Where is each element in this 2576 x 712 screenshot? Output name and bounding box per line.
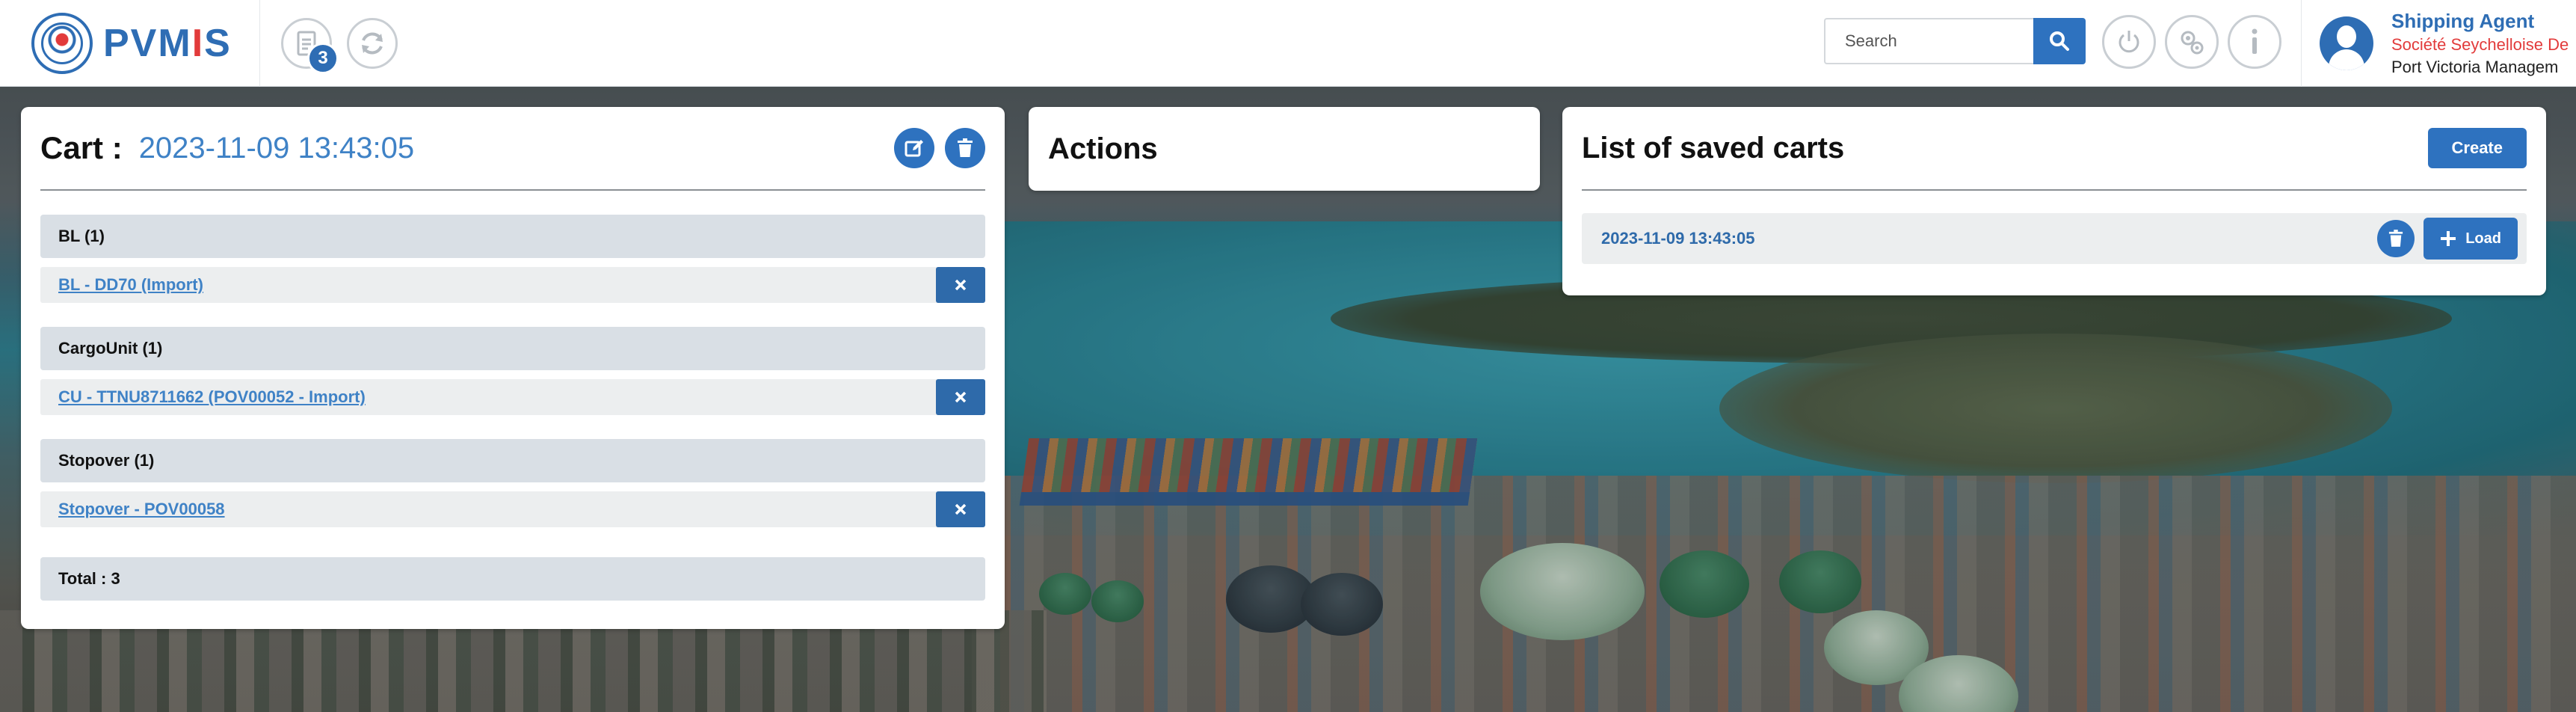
- actions-title: Actions: [1048, 132, 1158, 165]
- delete-saved-cart-button[interactable]: [2377, 220, 2415, 257]
- info-button[interactable]: [2228, 15, 2281, 69]
- refresh-button[interactable]: [347, 17, 398, 69]
- cart-button[interactable]: 3: [281, 17, 339, 74]
- remove-stopover-button[interactable]: [936, 491, 985, 527]
- cart-item-stopover: Stopover - POV00058: [40, 491, 985, 527]
- brand[interactable]: PVMIS: [0, 0, 260, 87]
- remove-cargounit-button[interactable]: [936, 379, 985, 415]
- cart-item-link-cargounit[interactable]: CU - TTNU8711662 (POV00052 - Import): [58, 387, 366, 407]
- search-icon: [2050, 31, 2069, 51]
- cart-count-badge: 3: [307, 42, 339, 74]
- create-cart-button[interactable]: Create: [2427, 128, 2527, 168]
- cart-item-bl: BL - DD70 (Import): [40, 267, 985, 303]
- saved-cart-date: 2023-11-09 13:43:05: [1601, 229, 1755, 248]
- edit-cart-button[interactable]: [894, 128, 934, 168]
- settings-button[interactable]: [2165, 15, 2219, 69]
- cart-group-header-stopover: Stopover (1): [40, 439, 985, 482]
- cart-date: 2023-11-09 13:43:05: [138, 131, 415, 165]
- logout-button[interactable]: [2102, 15, 2156, 69]
- refresh-icon: [362, 32, 383, 54]
- cart-item-link-bl[interactable]: BL - DD70 (Import): [58, 275, 203, 295]
- saved-carts-panel: List of saved carts Create 2023-11-09 13…: [1562, 107, 2546, 295]
- search-input[interactable]: [1824, 18, 2033, 64]
- user-role: Shipping Agent: [2391, 10, 2535, 32]
- cart-group-header-bl: BL (1): [40, 215, 985, 258]
- avatar: [2320, 16, 2373, 70]
- cart-header: Cart : 2023-11-09 13:43:05: [40, 107, 985, 191]
- cart-total: Total : 3: [40, 557, 985, 601]
- remove-bl-button[interactable]: [936, 267, 985, 303]
- trash-icon: [2389, 230, 2403, 247]
- top-bar: PVMIS 3 Shipping Agent Société Seyche: [0, 0, 2576, 87]
- load-saved-cart-button[interactable]: Load: [2424, 218, 2518, 260]
- close-icon: [955, 279, 967, 291]
- brand-name: PVMIS: [103, 21, 232, 65]
- user-profile[interactable]: Shipping Agent Société Seychelloise De P…: [2301, 0, 2576, 87]
- saved-cart-row: 2023-11-09 13:43:05 Load: [1582, 213, 2527, 264]
- search-button[interactable]: [2033, 18, 2086, 64]
- pvmis-logo-icon: [31, 12, 93, 74]
- cart-group-header-cargounit: CargoUnit (1): [40, 327, 985, 370]
- power-icon: [2119, 31, 2139, 53]
- close-icon: [955, 391, 967, 403]
- cart-panel: Cart : 2023-11-09 13:43:05 BL (1) BL - D…: [21, 107, 1005, 629]
- edit-icon: [905, 140, 923, 157]
- load-label: Load: [2465, 230, 2501, 247]
- cart-item-link-stopover[interactable]: Stopover - POV00058: [58, 500, 225, 519]
- info-icon: [2252, 28, 2258, 54]
- gears-icon: [2181, 31, 2204, 55]
- delete-cart-button[interactable]: [945, 128, 985, 168]
- user-company: Société Seychelloise De: [2391, 35, 2569, 54]
- cart-item-cargounit: CU - TTNU8711662 (POV00052 - Import): [40, 379, 985, 415]
- cart-title: Cart :: [40, 130, 123, 165]
- close-icon: [955, 503, 967, 515]
- search-box: [1824, 18, 2086, 64]
- user-port: Port Victoria Managem: [2391, 58, 2559, 76]
- trash-icon: [958, 138, 973, 157]
- plus-icon: [2441, 231, 2456, 246]
- saved-carts-header: List of saved carts Create: [1582, 107, 2527, 191]
- saved-carts-title: List of saved carts: [1582, 131, 1845, 165]
- actions-panel: Actions: [1029, 107, 1540, 191]
